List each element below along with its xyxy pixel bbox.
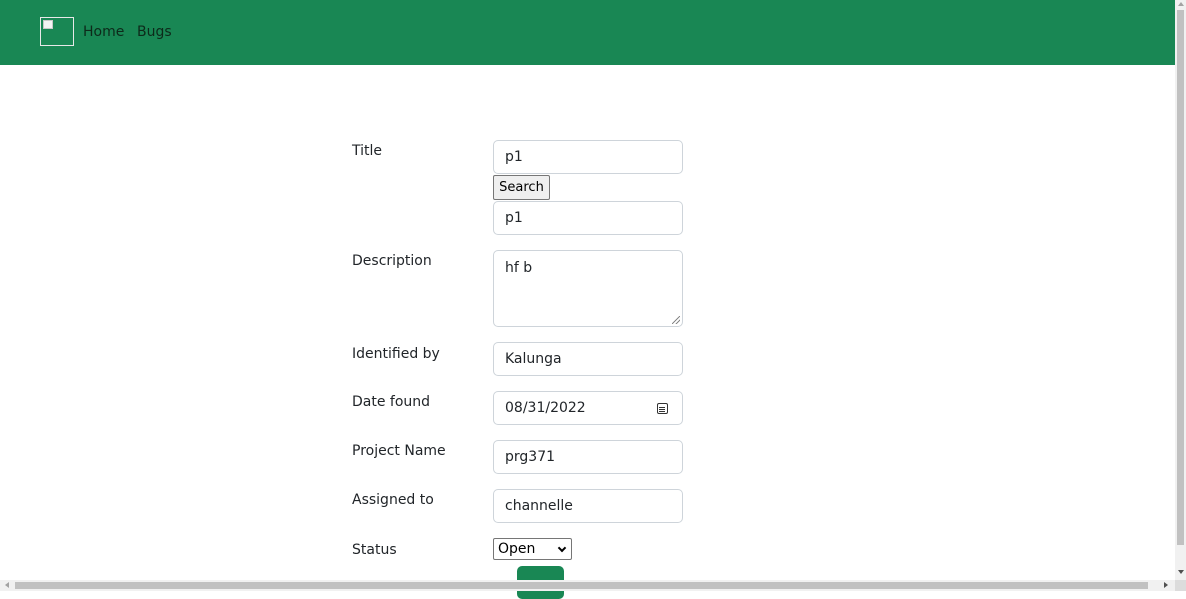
- date-found-value: 08/31/2022: [505, 400, 586, 416]
- top-navbar: Home Bugs: [0, 0, 1175, 65]
- description-textarea[interactable]: hf b: [493, 250, 683, 327]
- scroll-down-arrow-icon[interactable]: [1178, 570, 1184, 574]
- broken-image-icon: [43, 20, 53, 29]
- assigned-to-input[interactable]: channelle: [493, 489, 683, 523]
- identified-by-input[interactable]: Kalunga: [493, 342, 683, 376]
- chevron-down-icon: [557, 543, 567, 553]
- project-name-input[interactable]: prg371: [493, 440, 683, 474]
- description-text: hf b: [505, 260, 533, 276]
- horizontal-scrollbar-thumb[interactable]: [15, 582, 1148, 589]
- scrollbar-corner: [1175, 580, 1186, 591]
- project-name-label: Project Name: [352, 443, 446, 459]
- scroll-up-arrow-icon[interactable]: [1178, 2, 1184, 6]
- status-select[interactable]: Open: [493, 538, 572, 560]
- identified-by-label: Identified by: [352, 346, 440, 362]
- date-found-input[interactable]: 08/31/2022: [493, 391, 683, 425]
- resize-grip-icon[interactable]: [672, 316, 680, 324]
- scroll-left-arrow-icon[interactable]: [5, 582, 9, 588]
- broken-logo-image[interactable]: [40, 17, 74, 46]
- date-found-label: Date found: [352, 394, 431, 410]
- title-label: Title: [352, 143, 383, 159]
- vertical-scrollbar-thumb[interactable]: [1177, 10, 1184, 545]
- title-search-result-input[interactable]: p1: [493, 201, 683, 235]
- nav-link-home[interactable]: Home: [83, 24, 124, 40]
- search-button[interactable]: Search: [493, 175, 550, 200]
- nav-link-bugs[interactable]: Bugs: [137, 24, 172, 40]
- title-input[interactable]: p1: [493, 140, 683, 174]
- scroll-right-arrow-icon[interactable]: [1164, 582, 1168, 588]
- status-selected-value: Open: [498, 541, 536, 557]
- description-label: Description: [352, 253, 432, 269]
- status-label: Status: [352, 542, 397, 558]
- assigned-to-label: Assigned to: [352, 492, 434, 508]
- calendar-icon[interactable]: [657, 403, 668, 414]
